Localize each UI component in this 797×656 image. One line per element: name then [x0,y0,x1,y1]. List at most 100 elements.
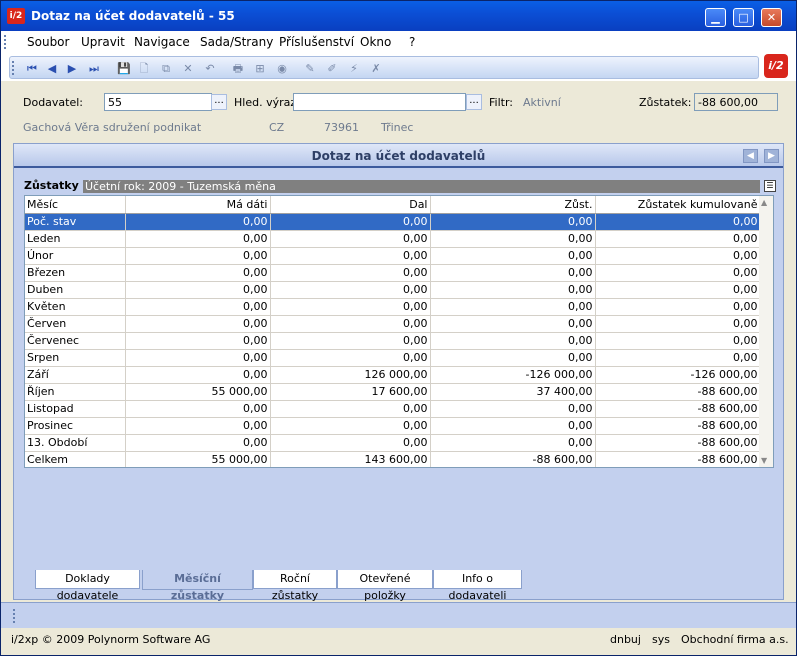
prev-record-icon[interactable]: ◀ [44,62,60,76]
table-cell: 0,00 [125,247,271,265]
save-icon[interactable]: 💾 [116,62,132,76]
tree-icon[interactable]: ⊞ [252,62,268,76]
supplier-input[interactable]: 55 [104,93,212,111]
table-cell: Říjen [25,383,126,401]
table-scrollbar[interactable]: ▲ ▼ [759,196,773,467]
grid-options-icon[interactable]: ☰ [764,180,776,192]
close-button[interactable]: ✕ [761,8,782,27]
bottom-grip[interactable] [13,609,16,623]
table-cell: 0,00 [270,298,431,316]
filter-icon[interactable]: ⚡ [346,62,362,76]
copy-icon[interactable]: ⧉ [158,62,174,76]
table-row[interactable]: Duben 0,00 0,00 0,00 0,00 [25,281,761,299]
filter-label: Filtr: [489,96,513,109]
table-cell: 0,00 [270,315,431,333]
bottom-toolbar [1,602,796,628]
print-icon[interactable]: 🖶 [230,62,246,76]
maximize-button[interactable]: □ [733,8,754,27]
table-cell: 0,00 [595,247,761,265]
table-row[interactable]: Červen 0,00 0,00 0,00 0,00 [25,315,761,333]
table-row[interactable]: Září 0,00 126 000,00 -126 000,00 -126 000,00 [25,366,761,384]
tab-1[interactable]: Měsíční zůstatky [142,570,253,602]
table-cell: 0,00 [125,264,271,282]
toolbar-grip[interactable] [12,61,15,75]
next-record-icon[interactable]: ▶ [64,62,80,76]
tab-3[interactable]: Otevřené položky [337,570,433,602]
table-row[interactable]: Květen 0,00 0,00 0,00 0,00 [25,298,761,316]
menu-1[interactable]: Upravit [81,35,125,49]
tab-4[interactable]: Info o dodavateli [433,570,522,602]
tab-strip: Doklady dodavatele Měsíční zůstatky Roční … [15,570,786,602]
search-input[interactable] [293,93,466,111]
status-company: Obchodní firma a.s. [681,633,789,646]
menu-6[interactable]: ? [409,35,415,49]
menu-grip[interactable] [4,35,7,49]
status-db: sys [652,633,670,646]
table-cell: Poč. stav [25,213,126,231]
table-cell: 0,00 [125,298,271,316]
new-icon[interactable]: 🗋 [136,62,152,76]
table-cell: Březen [25,264,126,282]
delete-icon[interactable]: ✕ [180,62,196,76]
table-cell: 0,00 [270,230,431,248]
table-cell: 0,00 [430,417,596,435]
panel-title: Dotaz na účet dodavatelů [14,144,783,168]
table-cell: 55 000,00 [125,451,271,467]
filter-form: Dodavatel: 55 ... Hled. výraz: ... Filtr… [1,81,796,143]
panel-prev-icon[interactable]: ◀ [743,149,758,163]
minimize-button[interactable]: ▁ [705,8,726,27]
pen-icon[interactable]: ✐ [324,62,340,76]
undo-icon[interactable]: ↶ [202,62,218,76]
supplier-name: Gachová Věra sdružení podnikat [23,121,202,134]
search-lookup-button[interactable]: ... [466,94,482,110]
table-cell: 0,00 [595,315,761,333]
menu-0[interactable]: Soubor [27,35,69,49]
table-cell: 0,00 [595,230,761,248]
column-header[interactable]: Měsíc [25,196,126,214]
last-record-icon[interactable]: ⏭ [86,62,102,76]
column-header[interactable]: Zůst. [430,196,596,214]
column-header[interactable]: Má dáti [125,196,271,214]
table-row[interactable]: Celkem 55 000,00 143 600,00 -88 600,00 -88 6… [25,451,761,467]
table-cell: 0,00 [125,400,271,418]
supplier-lookup-button[interactable]: ... [211,94,227,110]
table-row[interactable]: Prosinec 0,00 0,00 0,00 -88 600,00 [25,417,761,435]
menu-5[interactable]: Okno [360,35,391,49]
table-cell: 0,00 [125,315,271,333]
table-row[interactable]: Listopad 0,00 0,00 0,00 -88 600,00 [25,400,761,418]
table-row[interactable]: Únor 0,00 0,00 0,00 0,00 [25,247,761,265]
table-row[interactable]: Červenec 0,00 0,00 0,00 0,00 [25,332,761,350]
column-header[interactable]: Dal [270,196,431,214]
status-copyright: i/2xp © 2009 Polynorm Software AG [11,633,211,646]
panel-next-icon[interactable]: ▶ [764,149,779,163]
column-header[interactable]: Zůstatek kumulovaně [595,196,761,214]
menu-2[interactable]: Navigace [134,35,190,49]
refresh-icon[interactable]: ◉ [274,62,290,76]
menu-4[interactable]: Příslušenství [279,35,354,49]
scroll-up-icon[interactable]: ▲ [761,198,767,207]
table-cell: Duben [25,281,126,299]
table-cell: 0,00 [125,281,271,299]
edit-icon[interactable]: ✎ [302,62,318,76]
tab-2[interactable]: Roční zůstatky [253,570,337,602]
table-cell: 0,00 [430,349,596,367]
table-header: Měsíc Má dáti Dal Zůst. Zůstatek kumulovaně [25,196,761,214]
table-row[interactable]: Říjen 55 000,00 17 600,00 37 400,00 -88 600,… [25,383,761,401]
table-row[interactable]: Poč. stav 0,00 0,00 0,00 0,00 [25,213,761,231]
table-row[interactable]: Srpen 0,00 0,00 0,00 0,00 [25,349,761,367]
filter-value[interactable]: Aktivní [523,96,561,109]
title-bar[interactable]: i/2 Dotaz na účet dodavatelů - 55 ▁ □ ✕ [1,1,796,31]
table-cell: -88 600,00 [595,383,761,401]
menu-3[interactable]: Sada/Strany [200,35,273,49]
first-record-icon[interactable]: ⏮ [24,62,40,76]
table-cell: 55 000,00 [125,383,271,401]
table-row[interactable]: Březen 0,00 0,00 0,00 0,00 [25,264,761,282]
balances-table: Měsíc Má dáti Dal Zůst. Zůstatek kumulovaně … [24,195,774,468]
tab-0[interactable]: Doklady dodavatele [35,570,140,602]
table-cell: 0,00 [430,298,596,316]
table-row[interactable]: Leden 0,00 0,00 0,00 0,00 [25,230,761,248]
scroll-down-icon[interactable]: ▼ [761,456,767,465]
table-cell: 0,00 [430,332,596,350]
clear-filter-icon[interactable]: ✗ [368,62,384,76]
table-row[interactable]: 13. Období 0,00 0,00 0,00 -88 600,00 [25,434,761,452]
